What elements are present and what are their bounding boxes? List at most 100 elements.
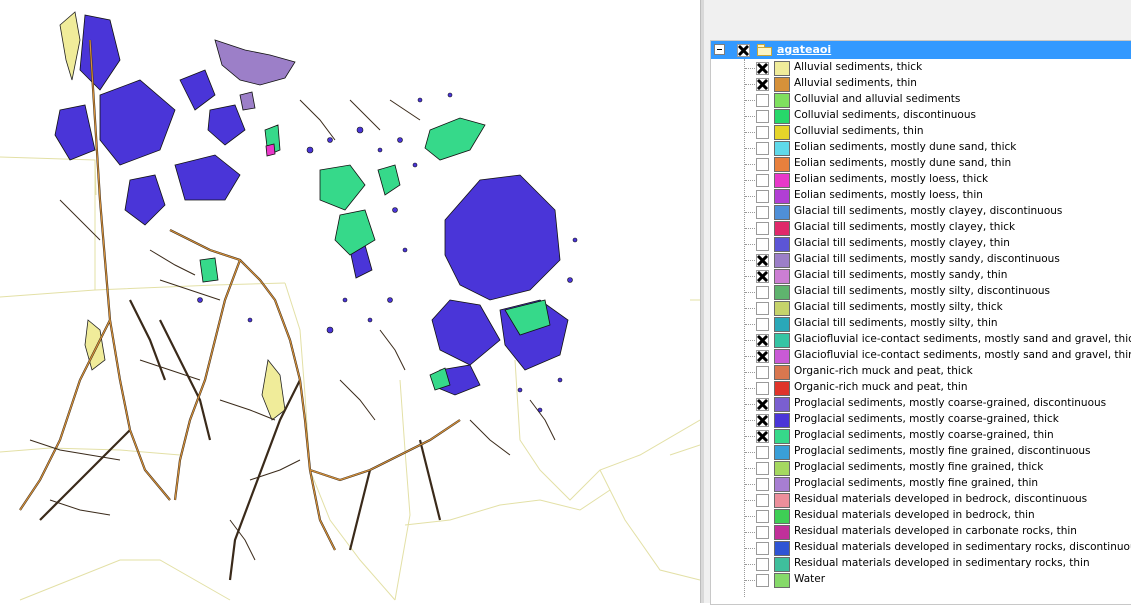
class-visibility-checkbox[interactable] bbox=[756, 270, 769, 283]
class-visibility-checkbox[interactable] bbox=[756, 510, 769, 523]
legend-row[interactable]: Residual materials developed in bedrock,… bbox=[711, 492, 1131, 508]
tree-branch-line bbox=[745, 484, 755, 485]
class-visibility-checkbox[interactable] bbox=[756, 142, 769, 155]
legend-row[interactable]: Eolian sediments, mostly loess, thin bbox=[711, 188, 1131, 204]
legend-label: Proglacial sediments, mostly coarse-grai… bbox=[794, 397, 1107, 409]
class-visibility-checkbox[interactable] bbox=[756, 382, 769, 395]
legend-label: Proglacial sediments, mostly coarse-grai… bbox=[794, 429, 1054, 441]
layer-group-row[interactable]: agateaoi bbox=[711, 41, 1131, 59]
class-visibility-checkbox[interactable] bbox=[756, 222, 769, 235]
class-visibility-checkbox[interactable] bbox=[756, 158, 769, 171]
tree-branch-line bbox=[745, 68, 755, 69]
class-visibility-checkbox[interactable] bbox=[756, 558, 769, 571]
legend-row[interactable]: Proglacial sediments, mostly fine graine… bbox=[711, 444, 1131, 460]
legend-swatch bbox=[774, 413, 790, 428]
legend-row[interactable]: Proglacial sediments, mostly coarse-grai… bbox=[711, 428, 1131, 444]
class-visibility-checkbox[interactable] bbox=[756, 126, 769, 139]
legend-row[interactable]: Residual materials developed in sediment… bbox=[711, 540, 1131, 556]
glaciofluvial-areas bbox=[265, 143, 276, 157]
legend-row[interactable]: Eolian sediments, mostly loess, thick bbox=[711, 172, 1131, 188]
class-visibility-checkbox[interactable] bbox=[756, 446, 769, 459]
legend-row[interactable]: Glacial till sediments, mostly clayey, t… bbox=[711, 220, 1131, 236]
legend-row[interactable]: Water bbox=[711, 572, 1131, 588]
class-visibility-checkbox[interactable] bbox=[756, 318, 769, 331]
legend-row[interactable]: Colluvial and alluvial sediments bbox=[711, 92, 1131, 108]
class-visibility-checkbox[interactable] bbox=[756, 494, 769, 507]
class-visibility-checkbox[interactable] bbox=[756, 174, 769, 187]
legend-row[interactable]: Proglacial sediments, mostly coarse-grai… bbox=[711, 412, 1131, 428]
legend-row[interactable]: Glacial till sediments, mostly silty, th… bbox=[711, 300, 1131, 316]
legend-row[interactable]: Glaciofluvial ice-contact sediments, mos… bbox=[711, 348, 1131, 364]
class-visibility-checkbox[interactable] bbox=[756, 302, 769, 315]
class-visibility-checkbox[interactable] bbox=[756, 526, 769, 539]
class-visibility-checkbox[interactable] bbox=[756, 334, 769, 347]
group-visibility-checkbox[interactable] bbox=[737, 44, 750, 57]
legend-row[interactable]: Glacial till sediments, mostly clayey, d… bbox=[711, 204, 1131, 220]
class-visibility-checkbox[interactable] bbox=[756, 190, 769, 203]
legend-row[interactable]: Proglacial sediments, mostly fine graine… bbox=[711, 460, 1131, 476]
legend-swatch bbox=[774, 77, 790, 92]
class-visibility-checkbox[interactable] bbox=[756, 462, 769, 475]
class-visibility-checkbox[interactable] bbox=[756, 206, 769, 219]
legend-swatch bbox=[774, 221, 790, 236]
legend-swatch bbox=[774, 269, 790, 284]
tree-branch-line bbox=[745, 580, 755, 581]
collapse-icon[interactable] bbox=[714, 44, 725, 55]
legend-swatch bbox=[774, 205, 790, 220]
class-visibility-checkbox[interactable] bbox=[756, 62, 769, 75]
map-canvas[interactable] bbox=[0, 0, 700, 603]
legend-row[interactable]: Alluvial sediments, thick bbox=[711, 60, 1131, 76]
class-visibility-checkbox[interactable] bbox=[756, 398, 769, 411]
legend-row[interactable]: Organic-rich muck and peat, thin bbox=[711, 380, 1131, 396]
class-visibility-checkbox[interactable] bbox=[756, 110, 769, 123]
legend-label: Glacial till sediments, mostly silty, di… bbox=[794, 285, 1051, 297]
class-visibility-checkbox[interactable] bbox=[756, 94, 769, 107]
legend-row[interactable]: Glacial till sediments, mostly sandy, th… bbox=[711, 268, 1131, 284]
legend-row[interactable]: Colluvial sediments, thin bbox=[711, 124, 1131, 140]
legend-swatch bbox=[774, 381, 790, 396]
legend-row[interactable]: Glacial till sediments, mostly silty, th… bbox=[711, 316, 1131, 332]
class-visibility-checkbox[interactable] bbox=[756, 78, 769, 91]
legend-label: Glacial till sediments, mostly silty, th… bbox=[794, 317, 998, 329]
legend-row[interactable]: Glacial till sediments, mostly sandy, di… bbox=[711, 252, 1131, 268]
class-visibility-checkbox[interactable] bbox=[756, 414, 769, 427]
legend-row[interactable]: Residual materials developed in sediment… bbox=[711, 556, 1131, 572]
class-visibility-checkbox[interactable] bbox=[756, 542, 769, 555]
legend-swatch bbox=[774, 253, 790, 268]
legend-label: Glacial till sediments, mostly clayey, t… bbox=[794, 221, 1016, 233]
class-visibility-checkbox[interactable] bbox=[756, 254, 769, 267]
legend-row[interactable]: Eolian sediments, mostly dune sand, thic… bbox=[711, 140, 1131, 156]
legend-label: Eolian sediments, mostly dune sand, thin bbox=[794, 157, 1012, 169]
legend-label: Proglacial sediments, mostly fine graine… bbox=[794, 445, 1091, 457]
legend-row[interactable]: Alluvial sediments, thin bbox=[711, 76, 1131, 92]
legend-row[interactable]: Organic-rich muck and peat, thick bbox=[711, 364, 1131, 380]
legend-label: Residual materials developed in bedrock,… bbox=[794, 509, 1035, 521]
legend-label: Proglacial sediments, mostly fine graine… bbox=[794, 477, 1039, 489]
legend-swatch bbox=[774, 573, 790, 588]
legend-row[interactable]: Glacial till sediments, mostly silty, di… bbox=[711, 284, 1131, 300]
legend-label: Colluvial and alluvial sediments bbox=[794, 93, 961, 105]
tree-branch-line bbox=[745, 244, 755, 245]
geology-map bbox=[0, 11, 700, 601]
layer-tree[interactable]: agateaoi Alluvial sediments, thick Alluvi… bbox=[710, 40, 1131, 605]
tree-branch-line bbox=[745, 356, 755, 357]
class-visibility-checkbox[interactable] bbox=[756, 478, 769, 491]
legend-row[interactable]: Residual materials developed in bedrock,… bbox=[711, 508, 1131, 524]
legend-label: Alluvial sediments, thick bbox=[794, 61, 923, 73]
class-visibility-checkbox[interactable] bbox=[756, 430, 769, 443]
tree-branch-line bbox=[745, 228, 755, 229]
class-visibility-checkbox[interactable] bbox=[756, 286, 769, 299]
legend-swatch bbox=[774, 285, 790, 300]
legend-row[interactable]: Proglacial sediments, mostly fine graine… bbox=[711, 476, 1131, 492]
legend-row[interactable]: Glaciofluvial ice-contact sediments, mos… bbox=[711, 332, 1131, 348]
legend-row[interactable]: Residual materials developed in carbonat… bbox=[711, 524, 1131, 540]
tree-branch-line bbox=[745, 148, 755, 149]
class-visibility-checkbox[interactable] bbox=[756, 238, 769, 251]
legend-row[interactable]: Proglacial sediments, mostly coarse-grai… bbox=[711, 396, 1131, 412]
class-visibility-checkbox[interactable] bbox=[756, 574, 769, 587]
legend-row[interactable]: Glacial till sediments, mostly clayey, t… bbox=[711, 236, 1131, 252]
legend-row[interactable]: Colluvial sediments, discontinuous bbox=[711, 108, 1131, 124]
class-visibility-checkbox[interactable] bbox=[756, 350, 769, 363]
legend-row[interactable]: Eolian sediments, mostly dune sand, thin bbox=[711, 156, 1131, 172]
class-visibility-checkbox[interactable] bbox=[756, 366, 769, 379]
